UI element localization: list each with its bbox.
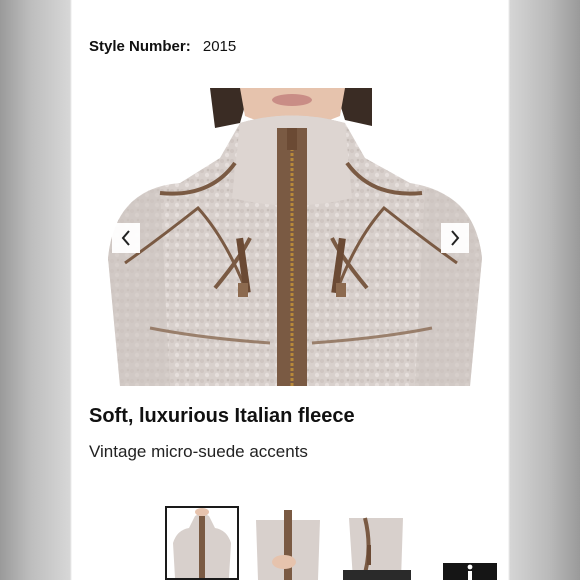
product-headline: Soft, luxurious Italian fleece: [89, 405, 355, 427]
style-number: Style Number: 2015: [89, 38, 236, 55]
thumbnail-3[interactable]: [343, 510, 411, 580]
style-number-label: Style Number:: [89, 38, 191, 55]
thumbnail-1[interactable]: [165, 506, 239, 580]
gallery-prev-button[interactable]: [112, 223, 140, 253]
chevron-left-icon: [121, 230, 130, 246]
chevron-right-icon: [451, 230, 460, 246]
product-subheadline: Vintage micro-suede accents: [89, 442, 308, 461]
info-button[interactable]: [443, 563, 497, 580]
product-main-image: [90, 88, 492, 386]
style-number-value: 2015: [202, 38, 237, 55]
thumbnail-2[interactable]: [254, 510, 322, 580]
gallery-next-button[interactable]: [441, 223, 469, 253]
info-icon: [467, 564, 473, 580]
